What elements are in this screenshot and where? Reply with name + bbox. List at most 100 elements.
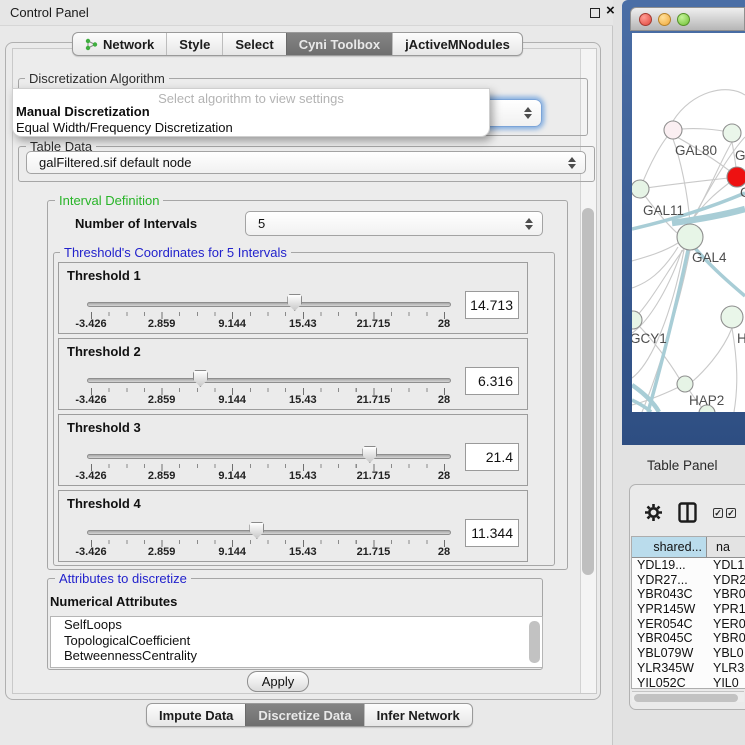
- network-node-gal4[interactable]: [677, 224, 703, 250]
- network-node-hap2[interactable]: [677, 376, 693, 392]
- table-data-combo[interactable]: galFiltered.sif default node: [26, 151, 586, 174]
- zoom-traffic-light-icon[interactable]: [677, 13, 690, 26]
- node-table[interactable]: shared... na YDL19...YDL1YDR27...YDR2YBR…: [631, 536, 745, 689]
- table-cell-name[interactable]: YPR1: [707, 602, 745, 617]
- attribute-list-item[interactable]: BetweennessCentrality: [51, 648, 542, 664]
- float-window-icon[interactable]: [590, 8, 600, 18]
- column-visibility-icons[interactable]: ✓ ✓: [713, 508, 736, 518]
- table-row[interactable]: YBL079WYBL0: [632, 646, 745, 661]
- slider-thumb[interactable]: [287, 294, 302, 311]
- table-row[interactable]: YBR043CYBR0: [632, 587, 745, 602]
- close-icon[interactable]: ×: [606, 2, 615, 19]
- attribute-list-item[interactable]: SelfLoops: [51, 617, 542, 633]
- checkbox-icon[interactable]: ✓: [713, 508, 723, 518]
- network-node-label: GCY1: [632, 331, 667, 346]
- table-cell-shared-name[interactable]: YER054C: [632, 617, 707, 632]
- combo-arrows-icon: [524, 107, 532, 119]
- table-cell-name[interactable]: YIL0: [707, 676, 745, 690]
- tab-impute-data[interactable]: Impute Data: [147, 704, 245, 726]
- threshold-slider[interactable]: -3.4262.8599.14415.4321.71528: [87, 369, 451, 407]
- threshold-slider[interactable]: -3.4262.8599.14415.4321.71528: [87, 293, 451, 331]
- minimize-traffic-light-icon[interactable]: [658, 13, 671, 26]
- threshold-value-field[interactable]: 21.4: [465, 443, 519, 471]
- network-graph: GAL80GCGAL11GAL4GCY1HHAP2: [632, 33, 745, 412]
- network-node-g[interactable]: [723, 124, 741, 142]
- table-cell-shared-name[interactable]: YLR345W: [632, 661, 707, 676]
- tab-discretize-data[interactable]: Discretize Data: [245, 704, 363, 726]
- table-row[interactable]: YER054CYER0: [632, 617, 745, 632]
- close-traffic-light-icon[interactable]: [639, 13, 652, 26]
- slider-track[interactable]: [87, 530, 451, 535]
- table-cell-name[interactable]: YDR2: [707, 573, 745, 588]
- popup-option-manual[interactable]: Manual Discretization: [16, 104, 150, 119]
- slider-thumb[interactable]: [249, 522, 264, 539]
- table-cell-shared-name[interactable]: YBR043C: [632, 587, 707, 602]
- threshold-slider[interactable]: -3.4262.8599.14415.4321.71528: [87, 445, 451, 483]
- table-cell-shared-name[interactable]: YPR145W: [632, 602, 707, 617]
- table-cell-name[interactable]: YER0: [707, 617, 745, 632]
- slider-thumb[interactable]: [362, 446, 377, 463]
- threshold-slider[interactable]: -3.4262.8599.14415.4321.71528: [87, 521, 451, 559]
- tab-select[interactable]: Select: [222, 33, 285, 55]
- slider-tick-label: 9.144: [218, 318, 246, 330]
- table-cell-shared-name[interactable]: YIL052C: [632, 676, 707, 690]
- slider-major-ticks: [91, 464, 446, 471]
- vertical-scrollbar-thumb[interactable]: [582, 208, 594, 575]
- table-cell-name[interactable]: YBR0: [707, 631, 745, 646]
- network-nodes[interactable]: [632, 121, 745, 412]
- table-header-shared-name[interactable]: shared...: [632, 537, 707, 557]
- num-intervals-spinner[interactable]: 5: [245, 211, 543, 236]
- apply-button[interactable]: Apply: [247, 671, 309, 692]
- threshold-value-field[interactable]: 11.344: [465, 519, 519, 547]
- cyni-mode-tabs: Impute DataDiscretize DataInfer Network: [146, 703, 473, 727]
- table-cell-name[interactable]: YDL1: [707, 558, 745, 573]
- tab-style[interactable]: Style: [166, 33, 222, 55]
- network-node-label: GAL80: [675, 143, 717, 158]
- table-cell-name[interactable]: YBL0: [707, 646, 745, 661]
- table-row[interactable]: YPR145WYPR1: [632, 602, 745, 617]
- slider-track[interactable]: [87, 378, 451, 383]
- table-cell-shared-name[interactable]: YBL079W: [632, 646, 707, 661]
- attribute-list-item[interactable]: TopologicalCoefficient: [51, 633, 542, 649]
- slider-track[interactable]: [87, 302, 451, 307]
- tab-cyni-toolbox[interactable]: Cyni Toolbox: [286, 33, 392, 55]
- attributes-list[interactable]: SelfLoopsTopologicalCoefficientBetweenne…: [50, 616, 543, 668]
- split-table-icon[interactable]: [678, 502, 697, 523]
- threshold-value-field[interactable]: 6.316: [465, 367, 519, 395]
- table-cell-shared-name[interactable]: YDR27...: [632, 573, 707, 588]
- network-node-gal80[interactable]: [664, 121, 682, 139]
- table-cell-shared-name[interactable]: YBR045C: [632, 631, 707, 646]
- table-horizontal-scrollbar-thumb[interactable]: [634, 694, 738, 702]
- table-row[interactable]: YLR345WYLR3: [632, 661, 745, 676]
- table-row[interactable]: YDR27...YDR2: [632, 573, 745, 588]
- tab-network[interactable]: Network: [73, 33, 166, 55]
- control-panel-title: Control Panel: [10, 5, 89, 20]
- network-canvas[interactable]: GAL80GCGAL11GAL4GCY1HHAP2: [632, 33, 745, 412]
- network-node-label: GAL4: [692, 250, 727, 265]
- checkbox-icon[interactable]: ✓: [726, 508, 736, 518]
- gear-icon[interactable]: [644, 503, 663, 522]
- table-cell-name[interactable]: YLR3: [707, 661, 745, 676]
- table-header-row: shared... na: [632, 537, 745, 558]
- network-node-c[interactable]: [727, 167, 745, 187]
- table-row[interactable]: YBR045CYBR0: [632, 631, 745, 646]
- threshold-panel-2: Threshold 2-3.4262.8599.14415.4321.71528…: [58, 338, 528, 410]
- tab-infer-network[interactable]: Infer Network: [364, 704, 472, 726]
- table-row[interactable]: YIL052CYIL0: [632, 676, 745, 690]
- tab-jactivemnodules[interactable]: jActiveMNodules: [392, 33, 522, 55]
- table-cell-name[interactable]: YBR0: [707, 587, 745, 602]
- table-row[interactable]: YDL19...YDL1: [632, 558, 745, 573]
- numerical-attributes-label: Numerical Attributes: [50, 594, 177, 609]
- slider-thumb[interactable]: [193, 370, 208, 387]
- network-node-gal11[interactable]: [632, 180, 649, 198]
- popup-option-equal-width[interactable]: Equal Width/Frequency Discretization: [16, 120, 233, 135]
- network-node-h[interactable]: [721, 306, 743, 328]
- network-window-titlebar[interactable]: [630, 7, 745, 31]
- table-horizontal-scrollbar[interactable]: [632, 691, 744, 702]
- table-header-name[interactable]: na: [707, 537, 745, 557]
- threshold-value-field[interactable]: 14.713: [465, 291, 519, 319]
- num-intervals-value: 5: [258, 216, 265, 231]
- table-cell-shared-name[interactable]: YDL19...: [632, 558, 707, 573]
- slider-track[interactable]: [87, 454, 451, 459]
- attributes-list-scrollbar-thumb[interactable]: [529, 621, 540, 663]
